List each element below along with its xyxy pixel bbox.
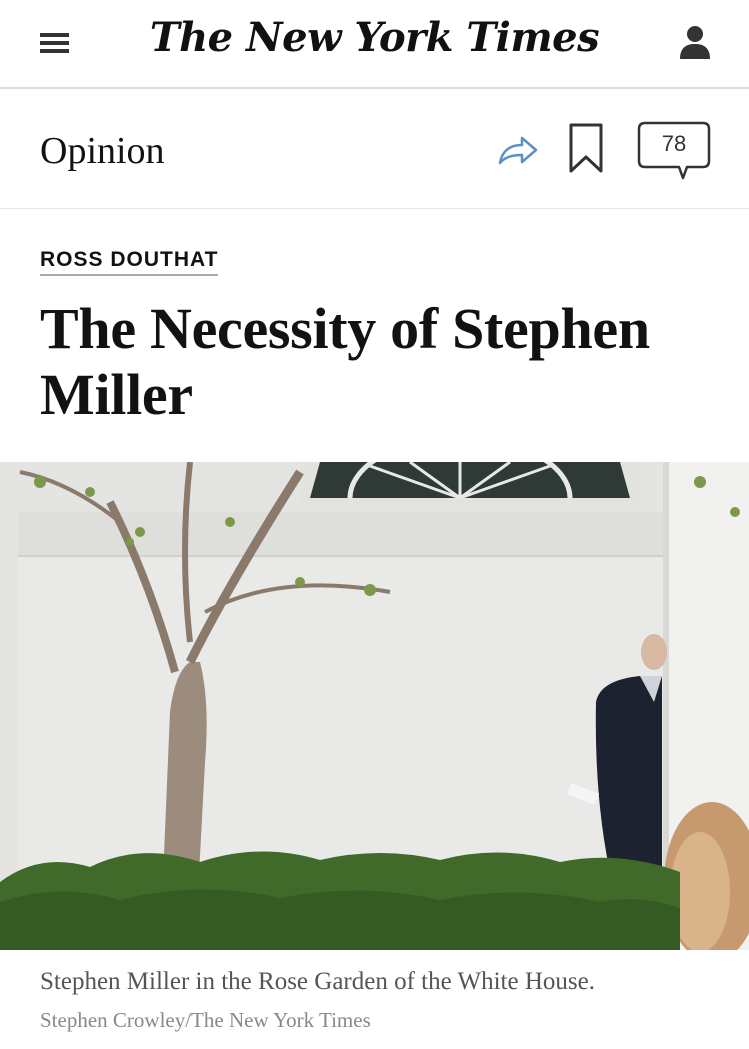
rose-garden-photo xyxy=(0,462,749,950)
share-arrow-icon[interactable] xyxy=(496,133,540,167)
image-credit: Stephen Crowley/The New York Times xyxy=(40,1008,371,1032)
bookmark-icon[interactable] xyxy=(568,122,604,174)
section-title[interactable]: Opinion xyxy=(40,129,165,173)
author-byline[interactable]: ROSS DOUTHAT xyxy=(40,248,219,276)
masthead-logo[interactable]: The New York Times xyxy=(0,14,749,61)
article-headline: The Necessity of Stephen Miller xyxy=(40,296,650,427)
comments-button[interactable]: 78 xyxy=(637,121,711,183)
article-photo xyxy=(0,462,749,950)
top-navigation-bar: The New York Times xyxy=(0,0,749,89)
comments-count: 78 xyxy=(661,131,687,156)
user-icon[interactable] xyxy=(679,25,711,59)
image-caption: Stephen Miller in the Rose Garden of the… xyxy=(40,968,595,995)
section-bar: Opinion 78 xyxy=(0,89,749,209)
